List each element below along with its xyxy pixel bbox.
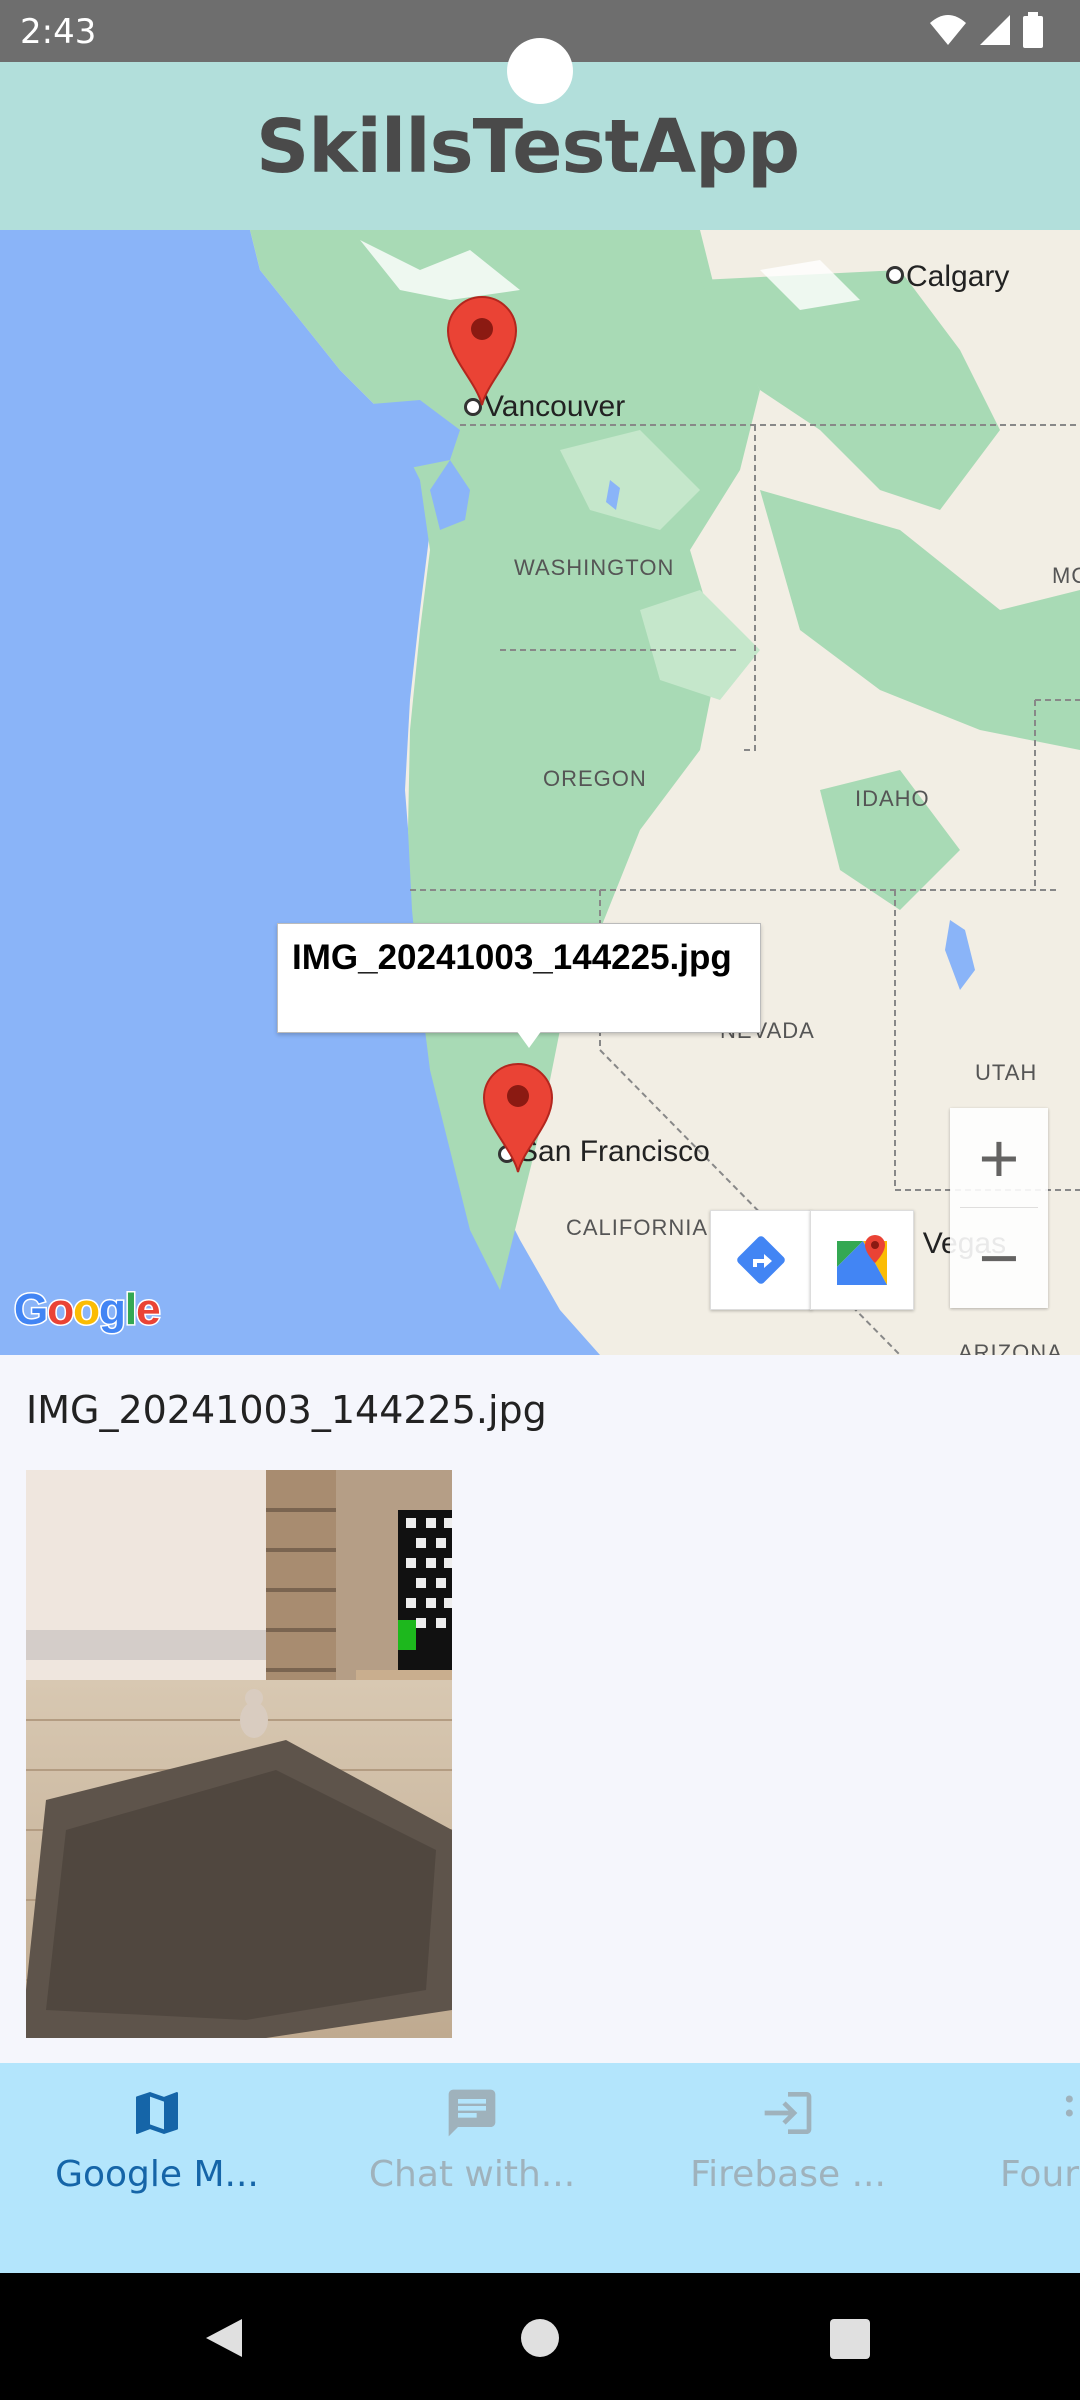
map-label-washington: WASHINGTON — [514, 555, 675, 580]
map-label-montana: MO — [1052, 563, 1080, 588]
status-icons — [928, 12, 1044, 48]
map-icon — [136, 2092, 178, 2134]
login-icon — [764, 2092, 812, 2134]
marker-info-window[interactable]: IMG_20241003_144225.jpg — [277, 923, 761, 1048]
system-navigation-bar — [0, 2273, 1080, 2400]
map-marker-san-francisco[interactable] — [482, 1062, 554, 1174]
map-view[interactable]: WASHINGTON OREGON IDAHO NEVADA UTAH CALI… — [0, 230, 1080, 1355]
more-icon — [1065, 2095, 1073, 2117]
battery-icon — [1023, 12, 1043, 48]
wifi-icon — [930, 15, 966, 45]
map-label-utah: UTAH — [975, 1060, 1038, 1085]
city-label-calgary: Calgary — [906, 260, 1010, 293]
photo-preview[interactable] — [26, 1470, 452, 2038]
zoom-out-button[interactable]: − — [950, 1208, 1048, 1307]
city-dot-calgary — [886, 266, 904, 284]
directions-button[interactable] — [710, 1210, 812, 1310]
map-label-arizona: ARIZONA — [958, 1340, 1063, 1355]
map-label-idaho: IDAHO — [855, 786, 930, 811]
recents-icon[interactable] — [830, 2319, 870, 2359]
photo-filename: IMG_20241003_144225.jpg — [26, 1388, 547, 1432]
cellular-signal-icon — [980, 15, 1010, 45]
nav-tab-four[interactable]: Four — [1000, 2085, 1080, 2195]
map-label-california: CALIFORNIA — [566, 1215, 709, 1240]
zoom-in-button[interactable]: + — [950, 1108, 1048, 1207]
directions-icon — [737, 1236, 785, 1284]
app-title: SkillsTestApp — [256, 104, 800, 190]
nav-label-firebase: Firebase ... — [690, 2154, 886, 2195]
nav-label-four: Four — [1000, 2154, 1080, 2195]
chat-icon — [448, 2089, 496, 2137]
google-maps-icon — [837, 1235, 887, 1285]
status-time: 2:43 — [20, 12, 97, 52]
back-icon[interactable] — [202, 2317, 244, 2359]
nav-tab-firebase[interactable]: Firebase ... — [658, 2085, 918, 2195]
photo-room-image — [26, 1470, 452, 2038]
zoom-controls: + − — [950, 1108, 1048, 1308]
home-icon[interactable] — [520, 2318, 560, 2358]
map-label-oregon: OREGON — [543, 766, 647, 791]
map-marker-vancouver[interactable] — [446, 295, 518, 407]
nav-label-chat: Chat with... — [368, 2154, 576, 2195]
nav-label-google-maps: Google M... — [55, 2154, 259, 2195]
nav-tab-google-maps[interactable]: Google M... — [27, 2085, 287, 2195]
nav-tab-chat[interactable]: Chat with... — [342, 2085, 602, 2195]
info-window-title: IMG_20241003_144225.jpg — [292, 938, 732, 977]
camera-cutout — [507, 38, 573, 104]
info-window-tail — [516, 1030, 542, 1048]
google-logo: Google — [12, 1284, 162, 1336]
open-in-maps-button[interactable] — [810, 1210, 914, 1310]
bottom-navigation: Google M... Chat with... Firebase ... Fo… — [0, 2063, 1080, 2273]
